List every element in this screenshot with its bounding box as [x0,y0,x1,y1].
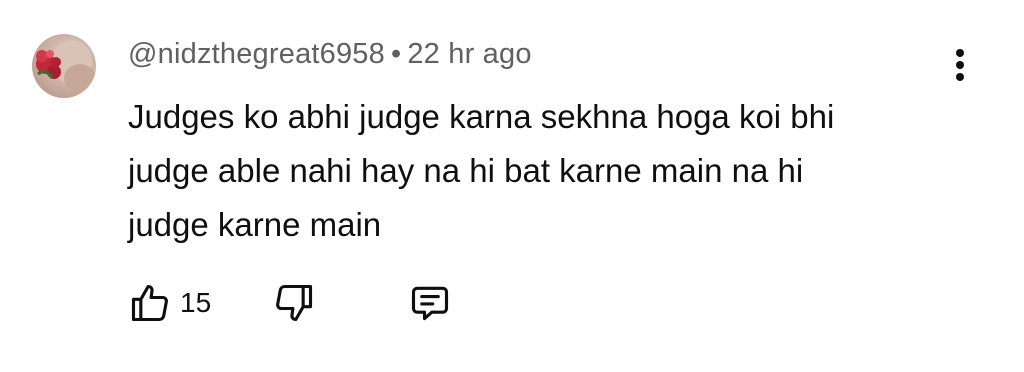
vertical-dots-icon [956,49,964,81]
dislike-button[interactable] [272,280,316,326]
comment-item: @nidzthegreat6958 • 22 hr ago Judges ko ab… [0,0,1024,372]
author-name[interactable]: @nidzthegreat6958 [128,38,385,70]
avatar[interactable] [32,34,96,98]
comment-text-line: judge karne main [128,206,382,243]
comment-time[interactable]: 22 hr ago [407,38,531,70]
like-button[interactable]: 15 [128,280,211,326]
meta-separator: • [390,38,402,70]
comment-meta: @nidzthegreat6958 • 22 hr ago [128,38,532,71]
avatar-image [36,40,96,92]
comment-text: Judges ko abhi judge karna sekhna hoga k… [128,90,948,252]
thumbs-up-icon [131,284,168,322]
like-count: 15 [180,287,212,318]
comment-text-line: Judges ko abhi judge karna sekhna hoga k… [128,98,835,135]
reply-button[interactable] [408,280,452,326]
comment-text-line: judge able nahi hay na hi bat karne main… [128,152,804,189]
comment-reply-icon [411,286,449,321]
more-options-button[interactable] [950,46,970,86]
thumbs-down-icon [276,284,313,322]
